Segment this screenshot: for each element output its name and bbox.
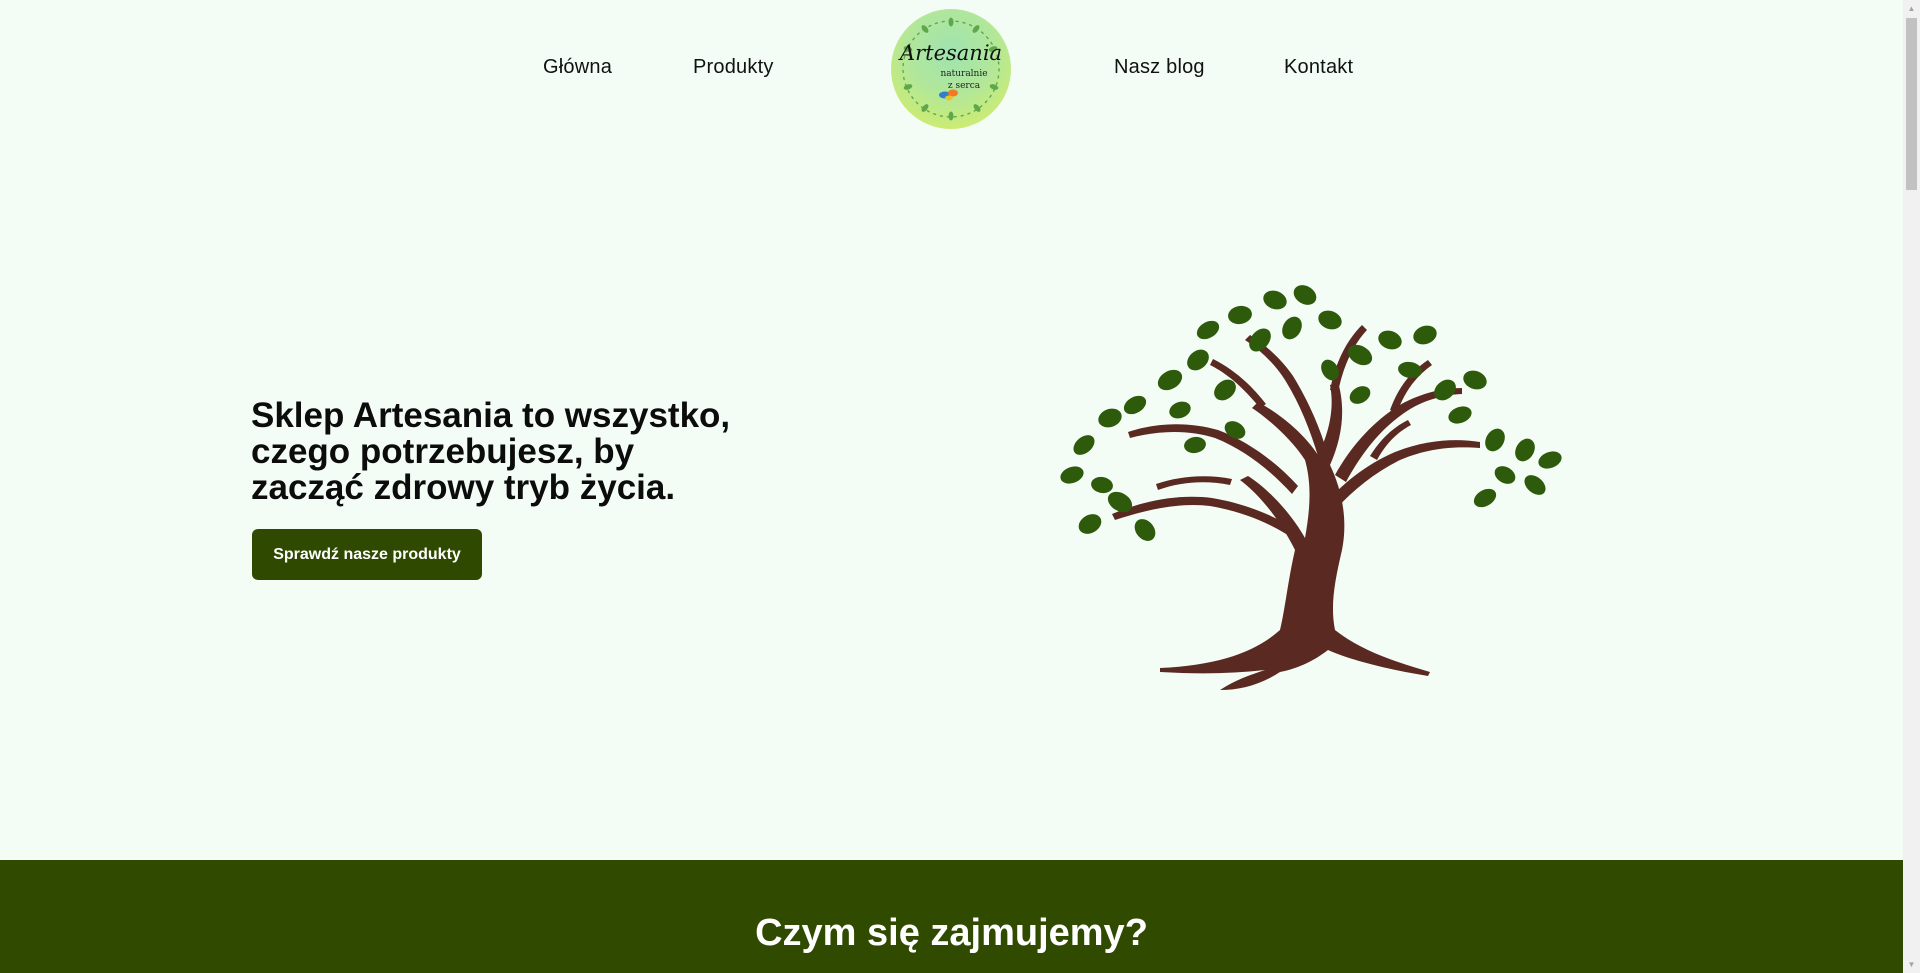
- hero-title: Sklep Artesania to wszystko, czego potrz…: [251, 398, 771, 506]
- nav-link-home[interactable]: Główna: [543, 56, 612, 79]
- scroll-up-icon[interactable]: ▲: [1903, 0, 1920, 17]
- logo-brand: Artesania: [899, 41, 1003, 65]
- hero-title-line: zacząć zdrowy tryb życia.: [251, 468, 676, 507]
- logo-tagline-1: naturalnie: [940, 69, 988, 79]
- site-logo[interactable]: Artesania naturalnie z serca: [891, 9, 1011, 129]
- tree-icon: [1060, 285, 1562, 690]
- scroll-down-icon[interactable]: ▼: [1903, 956, 1920, 973]
- logo-tagline-2: z serca: [947, 81, 981, 91]
- check-products-button[interactable]: Sprawdź nasze produkty: [252, 529, 482, 580]
- hero-title-line: czego potrzebujesz, by: [251, 432, 635, 471]
- nav-link-products[interactable]: Produkty: [693, 56, 774, 79]
- scrollbar-thumb[interactable]: [1906, 18, 1917, 190]
- hero-title-line: Sklep Artesania to wszystko,: [251, 396, 731, 435]
- nav-link-contact[interactable]: Kontakt: [1284, 56, 1353, 79]
- services-section-title: Czym się zajmujemy?: [755, 912, 1148, 954]
- nav-link-blog[interactable]: Nasz blog: [1114, 56, 1205, 79]
- page: Główna Produkty Artesania naturalnie z s…: [0, 0, 1903, 973]
- vertical-scrollbar[interactable]: ▲ ▼: [1903, 0, 1920, 973]
